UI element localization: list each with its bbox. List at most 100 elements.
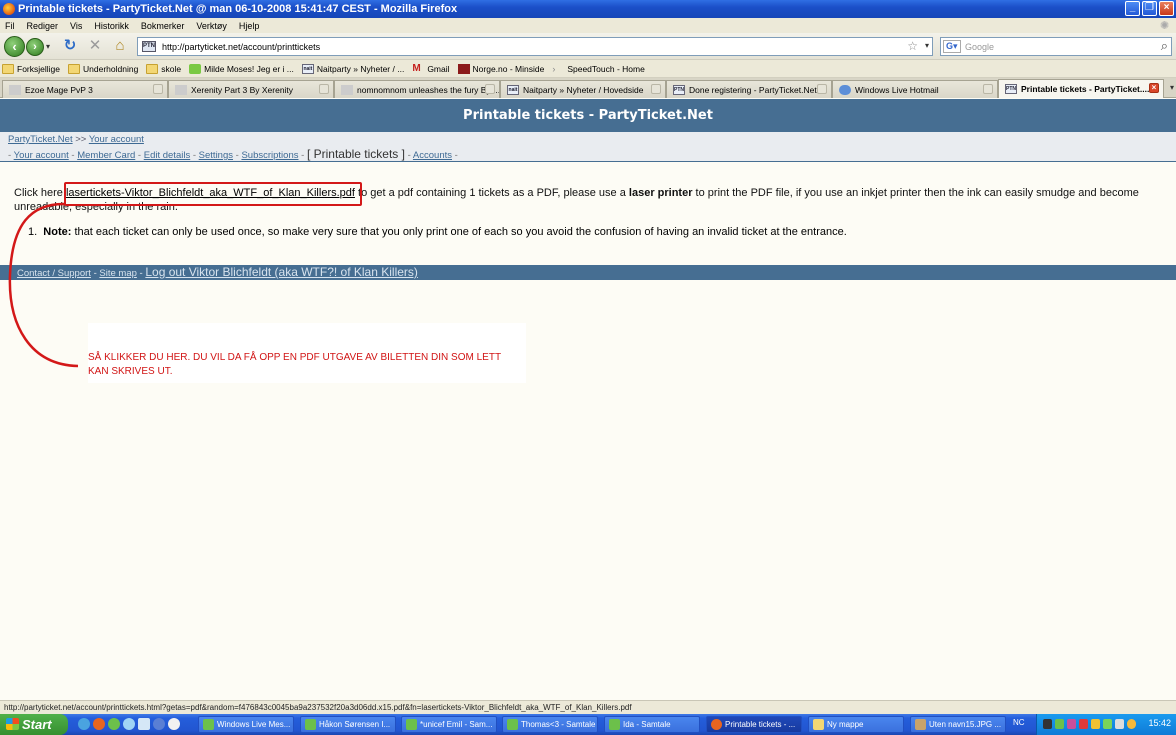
bookmark-folder[interactable]: Underholdning xyxy=(68,63,138,74)
paint-icon xyxy=(915,719,926,730)
tray-volume-icon[interactable] xyxy=(1115,719,1124,729)
tab-close-icon[interactable] xyxy=(319,84,329,94)
nav-accounts[interactable]: Accounts xyxy=(413,150,452,161)
tab-nomnomnom[interactable]: nomnomnom unleashes the fury By ... xyxy=(334,80,500,98)
bookmark-item[interactable]: › SpeedTouch - Home xyxy=(552,64,645,74)
menu-bar: Fil Rediger Vis Historikk Bokmerker Verk… xyxy=(0,18,1176,33)
tray-network-icon[interactable] xyxy=(1103,719,1112,729)
language-indicator[interactable]: NC xyxy=(1013,718,1025,727)
tab-close-icon[interactable] xyxy=(485,84,495,94)
folder-icon xyxy=(813,719,824,730)
tab-close-icon[interactable] xyxy=(817,84,827,94)
all-tabs-dropdown-icon[interactable]: ▾ xyxy=(1170,83,1174,92)
taskbar-item[interactable]: Windows Live Mes... xyxy=(198,716,294,733)
tab-close-icon[interactable]: × xyxy=(1149,83,1159,93)
google-engine-icon[interactable]: G▾ xyxy=(943,40,961,53)
history-dropdown-icon[interactable]: ▾ xyxy=(46,42,50,51)
nav-current-printable-tickets: [ Printable tickets ] xyxy=(306,147,405,161)
stop-icon[interactable]: ✕ xyxy=(85,37,105,55)
breadcrumb-account-link[interactable]: Your account xyxy=(89,134,144,145)
menu-edit[interactable]: Rediger xyxy=(27,21,59,31)
tab-favicon xyxy=(839,84,851,95)
logout-link[interactable]: Log out Viktor Blichfeldt (aka WTF?! of … xyxy=(145,265,418,279)
bookmark-folder[interactable]: skole xyxy=(146,63,181,74)
quicklaunch-firefox-icon[interactable] xyxy=(93,718,105,730)
status-bar: http://partyticket.net/account/printtick… xyxy=(0,700,1176,714)
taskbar-item[interactable]: Uten navn15.JPG ... xyxy=(910,716,1006,733)
search-icon[interactable]: ⌕ xyxy=(1161,38,1168,54)
bookmark-star-icon[interactable]: ☆ xyxy=(907,39,918,53)
bookmark-item[interactable]: Milde Moses! Jeg er i ... xyxy=(189,63,294,74)
tab-close-icon[interactable] xyxy=(153,84,163,94)
taskbar-item[interactable]: Håkon Sørensen I... xyxy=(300,716,396,733)
bookmark-folder[interactable]: Forksjellige xyxy=(2,63,60,74)
tray-icon[interactable] xyxy=(1091,719,1100,729)
nav-your-account[interactable]: Your account xyxy=(14,150,69,161)
reload-icon[interactable]: ↻ xyxy=(60,37,80,55)
windows-logo-icon xyxy=(6,718,19,730)
start-button[interactable]: Start xyxy=(0,714,68,735)
tab-close-icon[interactable] xyxy=(983,84,993,94)
tab-done-registering[interactable]: PTN Done registering - PartyTicket.Net ..… xyxy=(666,80,832,98)
quicklaunch-desktop-icon[interactable] xyxy=(123,718,135,730)
taskbar-item-active[interactable]: Printable tickets - ... xyxy=(706,716,802,733)
annotation-arrow-curve xyxy=(8,202,79,368)
search-placeholder: Google xyxy=(965,41,995,52)
quicklaunch-ie-icon[interactable] xyxy=(78,718,90,730)
maximize-button[interactable]: ❐ xyxy=(1142,1,1157,16)
taskbar-item[interactable]: Ida - Samtale xyxy=(604,716,700,733)
taskbar-item[interactable]: Thomas<3 - Samtale xyxy=(502,716,598,733)
menu-tools[interactable]: Verktøy xyxy=(196,21,227,31)
tab-favicon xyxy=(341,84,353,95)
forward-button[interactable]: › xyxy=(26,38,44,56)
account-subnav: - Your account - Member Card - Edit deta… xyxy=(0,147,1176,162)
bookmark-item[interactable]: M Gmail xyxy=(412,63,449,74)
tab-favicon xyxy=(175,84,187,95)
tab-favicon: nait xyxy=(507,84,519,95)
folder-icon xyxy=(146,63,159,74)
nav-member-card[interactable]: Member Card xyxy=(77,150,135,161)
menu-view[interactable]: Vis xyxy=(70,21,82,31)
quicklaunch-app2-icon[interactable] xyxy=(168,718,180,730)
taskbar-item[interactable]: Ny mappe xyxy=(808,716,904,733)
nav-edit-details[interactable]: Edit details xyxy=(144,150,190,161)
note-text: that each ticket can only be used once, … xyxy=(71,226,847,238)
menu-bookmarks[interactable]: Bokmerker xyxy=(141,21,185,31)
address-dropdown-icon[interactable]: ▾ xyxy=(925,41,929,50)
close-window-button[interactable]: × xyxy=(1159,1,1174,16)
quicklaunch-media-icon[interactable] xyxy=(153,718,165,730)
bookmark-item[interactable]: nait Naitparty » Nyheter / ... xyxy=(301,63,404,74)
breadcrumb-arrow: >> xyxy=(75,134,87,145)
bookmark-item[interactable]: Norge.no - Minside xyxy=(457,63,544,74)
search-input[interactable]: G▾ Google ⌕ xyxy=(940,37,1172,56)
chat-icon xyxy=(305,719,316,730)
address-bar[interactable]: PTN http://partyticket.net/account/print… xyxy=(137,37,933,56)
breadcrumb-home-link[interactable]: PartyTicket.Net xyxy=(8,134,73,145)
tray-icon[interactable] xyxy=(1127,719,1136,729)
folder-icon xyxy=(2,63,14,74)
minimize-button[interactable]: _ xyxy=(1125,1,1140,16)
tray-messenger-icon[interactable] xyxy=(1055,719,1064,729)
tab-printable-tickets[interactable]: PTN Printable tickets - PartyTicket.... × xyxy=(998,79,1164,98)
tray-icon[interactable] xyxy=(1067,719,1076,729)
site-map-link[interactable]: Site map xyxy=(99,268,137,279)
tray-icon[interactable] xyxy=(1043,719,1052,729)
menu-help[interactable]: Hjelp xyxy=(239,21,260,31)
tab-close-icon[interactable] xyxy=(651,84,661,94)
taskbar-item[interactable]: *unicef Emil - Sam... xyxy=(401,716,497,733)
tab-xerenity[interactable]: Xerenity Part 3 By Xerenity xyxy=(168,80,334,98)
nav-subscriptions[interactable]: Subscriptions xyxy=(241,150,298,161)
tab-hotmail[interactable]: Windows Live Hotmail xyxy=(832,80,998,98)
page-icon xyxy=(189,63,202,74)
tray-security-icon[interactable] xyxy=(1079,719,1088,729)
system-tray: 15:42 xyxy=(1036,714,1176,735)
quicklaunch-messenger-icon[interactable] xyxy=(108,718,120,730)
home-icon[interactable]: ⌂ xyxy=(110,37,130,55)
tab-naitparty[interactable]: nait Naitparty » Nyheter / Hovedside xyxy=(500,80,666,98)
menu-history[interactable]: Historikk xyxy=(94,21,129,31)
tab-ezoe[interactable]: Ezoe Mage PvP 3 xyxy=(2,80,168,98)
quicklaunch-app-icon[interactable] xyxy=(138,718,150,730)
menu-file[interactable]: Fil xyxy=(5,21,15,31)
back-button[interactable]: ‹ xyxy=(4,36,25,57)
nav-settings[interactable]: Settings xyxy=(199,150,233,161)
